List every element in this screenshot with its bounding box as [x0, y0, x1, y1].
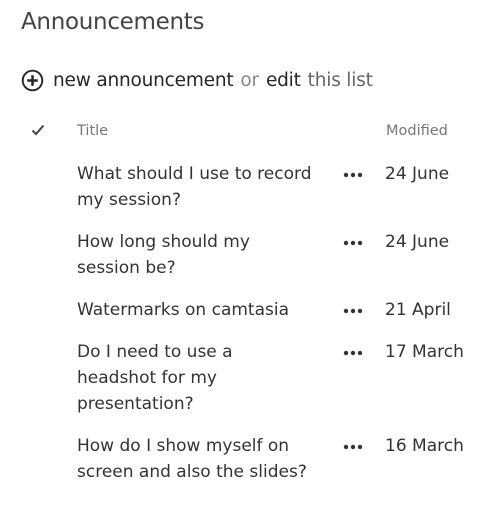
item-title-link[interactable]: Do I need to use a headshot for my prese…: [77, 339, 317, 417]
ellipsis-icon[interactable]: [340, 347, 366, 359]
list-toolbar: new announcement or edit this list: [21, 66, 373, 94]
ellipsis-icon[interactable]: [340, 441, 366, 453]
item-modified-date: 24 June: [385, 232, 450, 252]
ellipsis-icon[interactable]: [340, 169, 366, 181]
item-modified-date: 21 April: [385, 300, 451, 320]
item-title-link[interactable]: How do I show myself on screen and also …: [77, 433, 317, 485]
item-title-link[interactable]: Watermarks on camtasia: [77, 297, 317, 323]
column-header-modified[interactable]: Modified: [386, 123, 448, 139]
list-item[interactable]: Watermarks on camtasia 21 April: [0, 297, 494, 339]
list-item[interactable]: How do I show myself on screen and also …: [0, 433, 494, 527]
ellipsis-icon[interactable]: [340, 305, 366, 317]
plus-circle-icon[interactable]: [21, 69, 44, 92]
item-title-link[interactable]: How long should my session be?: [77, 229, 317, 281]
announcement-list: What should I use to record my session? …: [0, 161, 494, 527]
checkmark-icon[interactable]: [30, 122, 46, 138]
column-header-title[interactable]: Title: [77, 123, 108, 139]
list-item[interactable]: How long should my session be? 24 June: [0, 229, 494, 297]
page-title: Announcements: [21, 9, 205, 35]
item-title-link[interactable]: What should I use to record my session?: [77, 161, 317, 213]
this-list-link[interactable]: this list: [308, 70, 373, 91]
list-item[interactable]: What should I use to record my session? …: [0, 161, 494, 229]
edit-list-link[interactable]: edit: [266, 70, 301, 91]
new-announcement-link[interactable]: new announcement: [53, 70, 234, 91]
item-modified-date: 16 March: [385, 436, 464, 456]
list-item[interactable]: Do I need to use a headshot for my prese…: [0, 339, 494, 433]
item-modified-date: 17 March: [385, 342, 464, 362]
ellipsis-icon[interactable]: [340, 237, 366, 249]
or-separator-text: or: [240, 69, 259, 91]
item-modified-date: 24 June: [385, 164, 450, 184]
list-column-header: Title Modified: [0, 118, 494, 146]
